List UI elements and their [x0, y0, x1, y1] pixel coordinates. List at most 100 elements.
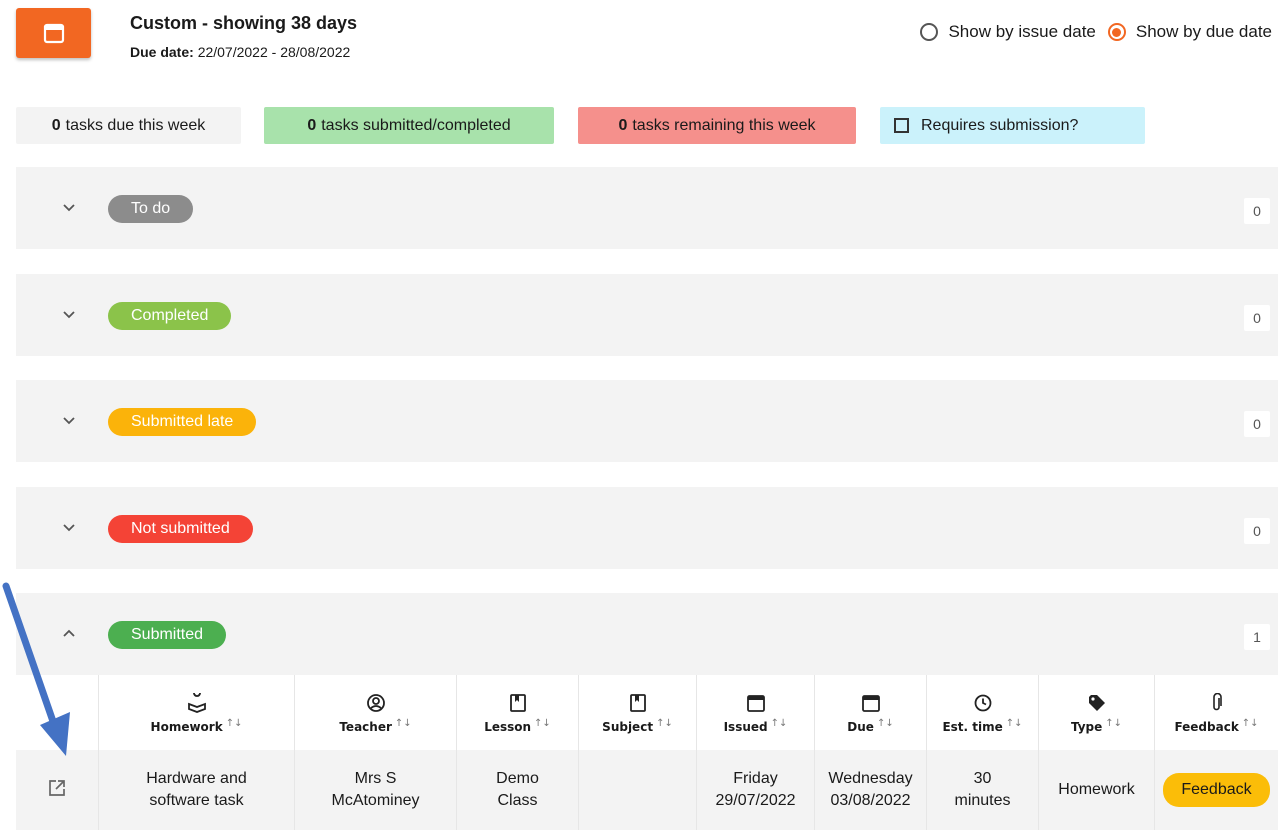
group-count: 0 — [1244, 305, 1270, 331]
column-header-subject[interactable]: Subject ↑↓ — [578, 675, 696, 750]
group-count: 0 — [1244, 518, 1270, 544]
show-by-issue-date-radio[interactable]: Show by issue date — [920, 22, 1096, 42]
chevron-down-icon[interactable] — [61, 306, 77, 322]
stat-label: tasks remaining this week — [632, 116, 816, 134]
sort-icon[interactable]: ↑↓ — [1006, 718, 1023, 728]
est-time-cell: 30 minutes — [926, 750, 1038, 830]
calendar-icon — [43, 23, 64, 44]
group-count: 0 — [1244, 411, 1270, 437]
user-circle-icon — [366, 692, 386, 714]
group-submitted[interactable]: Submitted 1 — [16, 593, 1278, 675]
type-cell: Homework — [1038, 750, 1154, 830]
column-header-homework[interactable]: Homework ↑↓ — [98, 675, 294, 750]
sort-icon[interactable]: ↑↓ — [1105, 718, 1122, 728]
column-label: Due — [847, 719, 874, 734]
group-count: 0 — [1244, 198, 1270, 224]
column-header-feedback[interactable]: Feedback ↑↓ — [1154, 675, 1278, 750]
issued-day: Friday — [733, 770, 778, 787]
chevron-down-icon[interactable] — [61, 519, 77, 535]
column-label: Teacher — [339, 719, 392, 734]
teacher-name-line: Mrs S — [354, 770, 397, 787]
sort-icon[interactable]: ↑↓ — [656, 718, 673, 728]
issued-date: 29/07/2022 — [715, 792, 796, 809]
due-cell: Wednesday 03/08/2022 — [814, 750, 926, 830]
column-label: Lesson — [484, 719, 532, 734]
subject-cell — [578, 750, 696, 830]
sort-icon[interactable]: ↑↓ — [395, 718, 412, 728]
teacher-cell: Mrs S McAtominey — [294, 750, 456, 830]
requires-submission-checkbox[interactable] — [894, 118, 909, 133]
table-row: Hardware and software task Mrs S McAtomi… — [16, 750, 1278, 830]
column-header-est-time[interactable]: Est. time ↑↓ — [926, 675, 1038, 750]
column-header-teacher[interactable]: Teacher ↑↓ — [294, 675, 456, 750]
status-badge: Submitted — [108, 621, 227, 649]
stat-label: tasks submitted/completed — [321, 116, 511, 134]
date-range-label: Due date: — [130, 44, 194, 60]
column-label: Homework — [150, 719, 223, 734]
tag-icon — [1087, 692, 1107, 714]
column-header-type[interactable]: Type ↑↓ — [1038, 675, 1154, 750]
sort-icon[interactable]: ↑↓ — [534, 718, 551, 728]
page-title: Custom - showing 38 days — [130, 13, 358, 33]
sort-icon[interactable]: ↑↓ — [1242, 718, 1259, 728]
annotation-arrow-icon — [2, 582, 70, 756]
clock-icon — [973, 692, 993, 714]
est-time-unit: minutes — [954, 792, 1011, 809]
sort-icon[interactable]: ↑↓ — [877, 718, 894, 728]
table-header: Homework ↑↓ Teacher ↑↓ Lesson ↑↓ Subject ↑↓ … — [16, 675, 1278, 750]
date-range: Due date: 22/07/2022 - 28/08/2022 — [130, 44, 350, 60]
view-mode-radio-group: Show by issue date Show by due date — [920, 22, 1272, 42]
sort-icon[interactable]: ↑↓ — [771, 718, 788, 728]
lesson-name-line: Demo — [496, 770, 539, 787]
radio-unselected-icon — [920, 23, 939, 41]
chevron-down-icon[interactable] — [61, 199, 77, 215]
requires-submission-label: Requires submission? — [921, 116, 1079, 134]
column-label: Subject — [602, 719, 654, 734]
status-badge: Not submitted — [108, 515, 253, 543]
feedback-cell: Feedback — [1154, 750, 1278, 830]
issued-cell: Friday 29/07/2022 — [696, 750, 814, 830]
show-by-due-date-radio[interactable]: Show by due date — [1107, 22, 1272, 42]
paperclip-icon — [1210, 692, 1224, 714]
requires-submission-filter[interactable]: Requires submission? — [880, 107, 1145, 144]
group-completed[interactable]: Completed 0 — [16, 274, 1278, 356]
column-label: Issued — [723, 719, 768, 734]
show-by-due-date-label: Show by due date — [1135, 22, 1272, 41]
teacher-name-line: McAtominey — [331, 792, 420, 809]
tasks-submitted-stat: 0 tasks submitted/completed — [264, 107, 554, 144]
homework-cell: Hardware and software task — [98, 750, 294, 830]
column-label: Feedback — [1174, 719, 1239, 734]
type-value: Homework — [1058, 781, 1135, 798]
tasks-due-this-week-stat: 0 tasks due this week — [16, 107, 241, 144]
show-by-issue-date-label: Show by issue date — [948, 22, 1096, 41]
column-header-due[interactable]: Due ↑↓ — [814, 675, 926, 750]
calendar-picker-button[interactable] — [16, 8, 91, 58]
stat-count: 0 — [618, 116, 628, 134]
homework-title-line: software task — [149, 792, 244, 809]
homework-title-line: Hardware and — [146, 770, 247, 787]
stat-label: tasks due this week — [65, 116, 206, 134]
column-header-lesson[interactable]: Lesson ↑↓ — [456, 675, 578, 750]
sort-icon[interactable]: ↑↓ — [226, 718, 243, 728]
status-badge: To do — [108, 195, 194, 223]
group-submitted-late[interactable]: Submitted late 0 — [16, 380, 1278, 462]
feedback-button[interactable]: Feedback — [1163, 773, 1270, 807]
group-not-submitted[interactable]: Not submitted 0 — [16, 487, 1278, 569]
radio-selected-icon — [1107, 23, 1126, 41]
due-date: 03/08/2022 — [830, 792, 911, 809]
due-day: Wednesday — [828, 770, 913, 787]
bookmark-book-icon — [509, 692, 527, 714]
column-label: Est. time — [942, 719, 1003, 734]
external-link-icon[interactable] — [47, 778, 67, 803]
status-badge: Submitted late — [108, 408, 257, 436]
date-range-value: 22/07/2022 - 28/08/2022 — [197, 44, 351, 60]
calendar-icon — [746, 692, 766, 714]
bookmark-book-icon — [629, 692, 647, 714]
book-open-icon — [187, 692, 207, 714]
open-task-cell — [16, 750, 98, 830]
column-label: Type — [1070, 719, 1103, 734]
lesson-name-line: Class — [497, 792, 538, 809]
group-to-do[interactable]: To do 0 — [16, 167, 1278, 249]
chevron-down-icon[interactable] — [61, 412, 77, 428]
column-header-issued[interactable]: Issued ↑↓ — [696, 675, 814, 750]
